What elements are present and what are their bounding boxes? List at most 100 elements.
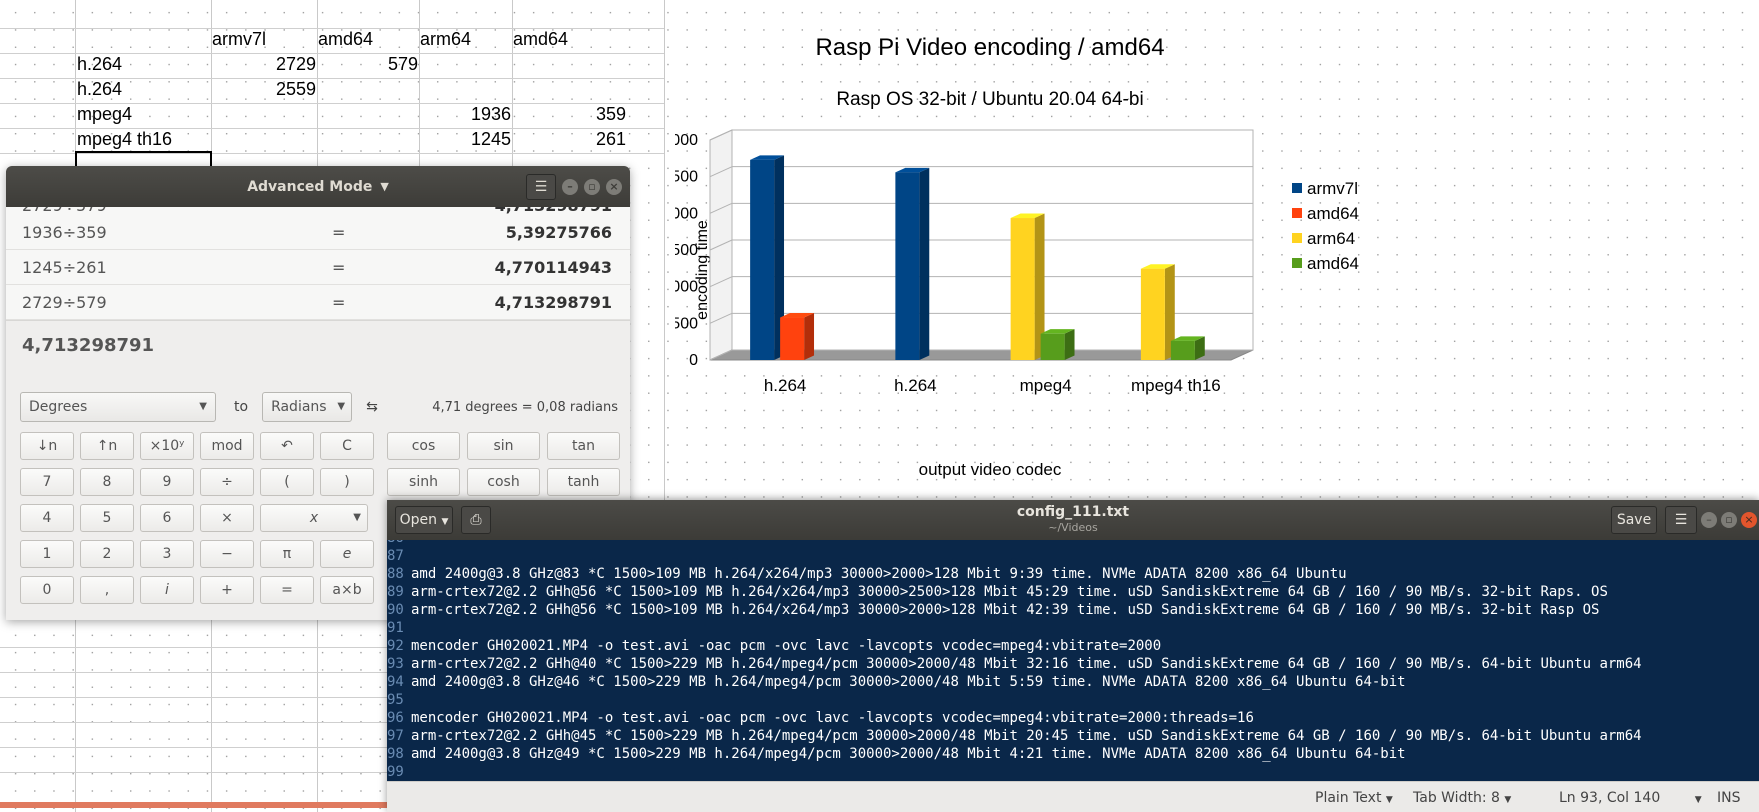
minimize-icon[interactable]: –	[1701, 512, 1717, 528]
key-9[interactable]: 9	[140, 468, 194, 496]
swap-units-icon[interactable]: ⇆	[366, 399, 378, 415]
key-e[interactable]: e	[320, 540, 374, 568]
legend-label: armv7l	[1307, 179, 1358, 198]
row-label-cell[interactable]: mpeg4 th16	[77, 127, 172, 151]
row-label-cell[interactable]: mpeg4	[77, 102, 132, 126]
close-icon[interactable]: ×	[606, 179, 622, 195]
y-tick-label: 3000	[675, 132, 698, 149]
history-row[interactable]: 2729÷579 = 4,713298791	[6, 285, 630, 320]
key-sin[interactable]: sin	[467, 432, 540, 460]
key-6[interactable]: 6	[140, 504, 194, 532]
language-label: Plain Text	[1315, 790, 1382, 806]
line-text: arm-crtex72@2.2 GHh@40 *C 1500>229 MB h.…	[411, 656, 1642, 672]
key-0[interactable]: 0	[20, 576, 74, 604]
conversion-result: 4,71 degrees = 0,08 radians	[432, 399, 618, 415]
history-row[interactable]: 1936÷359 = 5,39275766	[6, 215, 630, 250]
insert-mode[interactable]: INS	[1717, 790, 1741, 806]
editor-line: 86	[387, 540, 1759, 547]
history-result[interactable]: 5,39275766	[452, 223, 612, 242]
text-editor-window[interactable]: Open ▼ ⎙ config_111.txt ~/Videos Save ☰ …	[387, 500, 1759, 812]
y-tick-label: 2000	[675, 205, 698, 222]
value-cell[interactable]: 579	[318, 52, 418, 76]
key-tan[interactable]: tan	[547, 432, 620, 460]
mode-menu-label[interactable]: Advanced Mode	[247, 179, 372, 195]
line-number: 99	[387, 764, 404, 780]
value-cell[interactable]: 1936	[420, 102, 511, 126]
calculator-titlebar[interactable]: Advanced Mode ▼ ☰ – ▫ ×	[6, 166, 630, 207]
key-8[interactable]: 8	[80, 468, 134, 496]
minimize-icon[interactable]: –	[562, 179, 578, 195]
menu-icon[interactable]: ☰	[1665, 506, 1697, 534]
key-1[interactable]: 1	[20, 540, 74, 568]
key-undo[interactable]: ↶	[260, 432, 314, 460]
chevron-down-icon: ▼	[1694, 795, 1702, 805]
history-result[interactable]: 4,770114943	[452, 258, 612, 277]
save-button[interactable]: Save	[1611, 506, 1657, 534]
key-3[interactable]: 3	[140, 540, 194, 568]
key-factorize[interactable]: a×b	[320, 576, 374, 604]
bar-front	[1170, 340, 1195, 360]
key-add[interactable]: +	[200, 576, 254, 604]
to-unit-select[interactable]: Radians ▼	[262, 392, 353, 422]
header-cell[interactable]: arm64	[420, 27, 471, 51]
value-cell[interactable]: 359	[513, 102, 626, 126]
cursor-position[interactable]: Ln 93, Col 140 ▼	[1559, 790, 1702, 806]
key-tanh[interactable]: tanh	[547, 468, 620, 496]
key-7[interactable]: 7	[20, 468, 74, 496]
key-mod[interactable]: mod	[200, 432, 254, 460]
editor-line: 88 amd 2400g@3.8 GHz@83 *C 1500>109 MB h.…	[387, 565, 1759, 583]
key-equals[interactable]: =	[260, 576, 314, 604]
key-multiply[interactable]: ×	[200, 504, 254, 532]
y-tick-label: 1000	[675, 279, 698, 296]
chevron-down-icon[interactable]: ▼	[380, 180, 388, 193]
key-decimal[interactable]: ,	[80, 576, 134, 604]
close-icon[interactable]: ×	[1741, 512, 1757, 528]
selected-cell[interactable]	[75, 151, 212, 167]
editor-line: 94 amd 2400g@3.8 GHz@46 *C 1500>229 MB h.…	[387, 673, 1759, 691]
header-cell[interactable]: armv7l	[212, 27, 266, 51]
history-result[interactable]: 4,713298791	[452, 293, 612, 312]
bar-chart[interactable]: Rasp Pi Video encoding / amd64 Rasp OS 3…	[675, 20, 1545, 495]
history-expression: 2729÷579	[22, 292, 107, 312]
row-label-cell[interactable]: h.264	[77, 77, 122, 101]
from-unit-select[interactable]: Degrees ▼	[20, 392, 216, 422]
tab-width-label: Tab Width: 8	[1413, 790, 1500, 806]
key-clear[interactable]: C	[320, 432, 374, 460]
key-open-paren[interactable]: (	[260, 468, 314, 496]
key-subtract[interactable]: −	[200, 540, 254, 568]
key-cosh[interactable]: cosh	[467, 468, 540, 496]
key-imaginary[interactable]: i	[140, 576, 194, 604]
key-5[interactable]: 5	[80, 504, 134, 532]
current-result[interactable]: 4,713298791	[6, 320, 630, 370]
line-number: 87	[387, 548, 404, 564]
key-divide[interactable]: ÷	[200, 468, 254, 496]
header-cell[interactable]: amd64	[318, 27, 373, 51]
bar-front	[1140, 268, 1165, 360]
bar-front	[1040, 333, 1065, 360]
key-variable-x[interactable]: x ▼	[260, 504, 368, 532]
key-cos[interactable]: cos	[387, 432, 460, 460]
key-up-n[interactable]: ↑n	[80, 432, 134, 460]
value-cell[interactable]: 2729	[212, 52, 316, 76]
editor-titlebar[interactable]: Open ▼ ⎙ config_111.txt ~/Videos Save ☰ …	[387, 500, 1759, 540]
tab-width-selector[interactable]: Tab Width: 8 ▼	[1413, 790, 1511, 806]
key-close-paren[interactable]: )	[320, 468, 374, 496]
key-down-n[interactable]: ↓n	[20, 432, 74, 460]
key-2[interactable]: 2	[80, 540, 134, 568]
key-exp10[interactable]: ×10ʸ	[140, 432, 194, 460]
key-pi[interactable]: π	[260, 540, 314, 568]
key-4[interactable]: 4	[20, 504, 74, 532]
history-row[interactable]: 1245÷261 = 4,770114943	[6, 250, 630, 285]
value-cell[interactable]: 2559	[212, 77, 316, 101]
row-label-cell[interactable]: h.264	[77, 52, 122, 76]
code-area[interactable]: 86 87 88 amd 2400g@3.8 GHz@83 *C 1500>109…	[387, 540, 1759, 781]
line-text: arm-crtex72@2.2 GHh@56 *C 1500>109 MB h.…	[411, 602, 1600, 618]
header-cell[interactable]: amd64	[513, 27, 568, 51]
maximize-icon[interactable]: ▫	[584, 179, 600, 195]
maximize-icon[interactable]: ▫	[1721, 512, 1737, 528]
menu-icon[interactable]: ☰	[526, 174, 556, 200]
language-selector[interactable]: Plain Text ▼	[1315, 790, 1393, 806]
value-cell[interactable]: 1245	[420, 127, 511, 151]
key-sinh[interactable]: sinh	[387, 468, 460, 496]
value-cell[interactable]: 261	[513, 127, 626, 151]
